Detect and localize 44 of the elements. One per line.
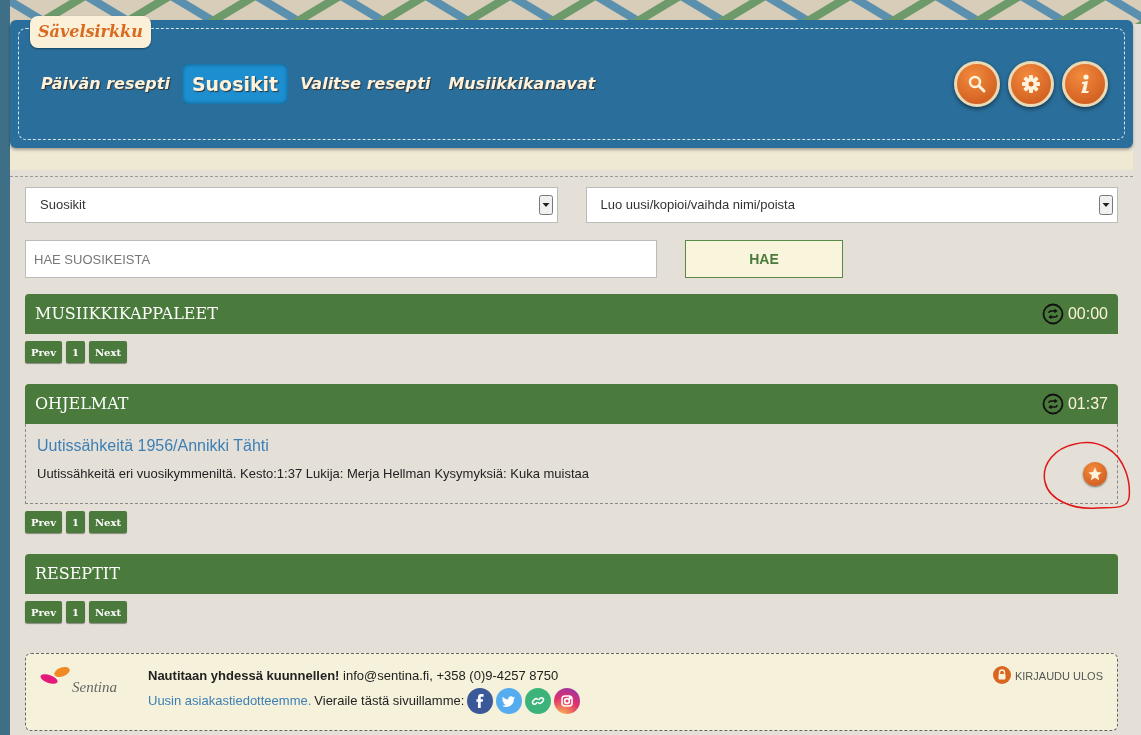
info-button[interactable] (1062, 61, 1108, 107)
section-duration: 00:00 (1067, 304, 1108, 324)
next-button[interactable]: Next (88, 511, 128, 533)
prev-button[interactable]: Prev (25, 341, 62, 363)
sentina-logo: Sentina (72, 678, 117, 697)
settings-icon (1021, 74, 1041, 94)
facebook-icon (476, 693, 485, 708)
search-field[interactable]: HAE SUOSIKEISTA (25, 240, 657, 278)
section-title: OHJELMAT (35, 393, 130, 415)
program-title-link[interactable]: Uutissähkeitä 1956/Annikki Tähti (37, 437, 269, 454)
star-icon (1087, 466, 1103, 482)
action-select[interactable]: Luo uusi/kopioi/vaihda nimi/poista (585, 187, 1118, 223)
nav-tab[interactable]: Valitse resepti (294, 66, 437, 102)
search-button[interactable] (954, 61, 1000, 107)
visit-text: Vieraile tästä sivuillamme: (314, 691, 465, 710)
logout-link[interactable]: KIRJAUDU ULOS (992, 666, 1103, 686)
nav-tab[interactable]: Päivän resepti (35, 66, 176, 102)
site-logo[interactable]: Sävelsirkku (30, 16, 151, 48)
instagram-link[interactable] (554, 687, 581, 714)
page-button[interactable]: 1 (65, 511, 85, 533)
section-title: RESEPTIT (35, 563, 121, 585)
favorites-select[interactable]: Suosikit (25, 187, 558, 223)
page-button[interactable]: 1 (65, 341, 85, 363)
settings-button[interactable] (1008, 61, 1054, 107)
search-button[interactable]: HAE (685, 240, 843, 278)
prev-button[interactable]: Prev (25, 601, 62, 623)
newsletter-link[interactable]: Uusin asiakastiedotteemme. (148, 690, 312, 711)
section-title: MUSIIKKIKAPPALEET (35, 303, 219, 325)
facebook-link[interactable] (467, 687, 494, 714)
search-icon (967, 74, 987, 94)
favorite-button[interactable] (1083, 462, 1107, 486)
prev-button[interactable]: Prev (25, 511, 62, 533)
section-duration: 01:37 (1067, 394, 1108, 414)
contact-text: Nautitaan yhdessä kuunnellen! info@sentina.fi, +358 (0)9-4257 8750 (148, 667, 560, 685)
nav-tab[interactable]: Suosikit (181, 63, 289, 105)
repeat-icon[interactable] (1041, 303, 1064, 325)
nav-tab[interactable]: Musiikkikanavat (442, 66, 602, 102)
program-description: Uutissähkeitä eri vuosikymmeniltä. Kesto:1:37 Lukija: Merja Hellman Kysymyksiä: Kuka muistaa (37, 465, 590, 483)
repeat-icon[interactable] (1041, 393, 1064, 415)
next-button[interactable]: Next (88, 601, 128, 623)
next-button[interactable]: Next (88, 341, 128, 363)
lock-icon (992, 666, 1011, 684)
link-link[interactable] (525, 687, 552, 714)
page-button[interactable]: 1 (65, 601, 85, 623)
